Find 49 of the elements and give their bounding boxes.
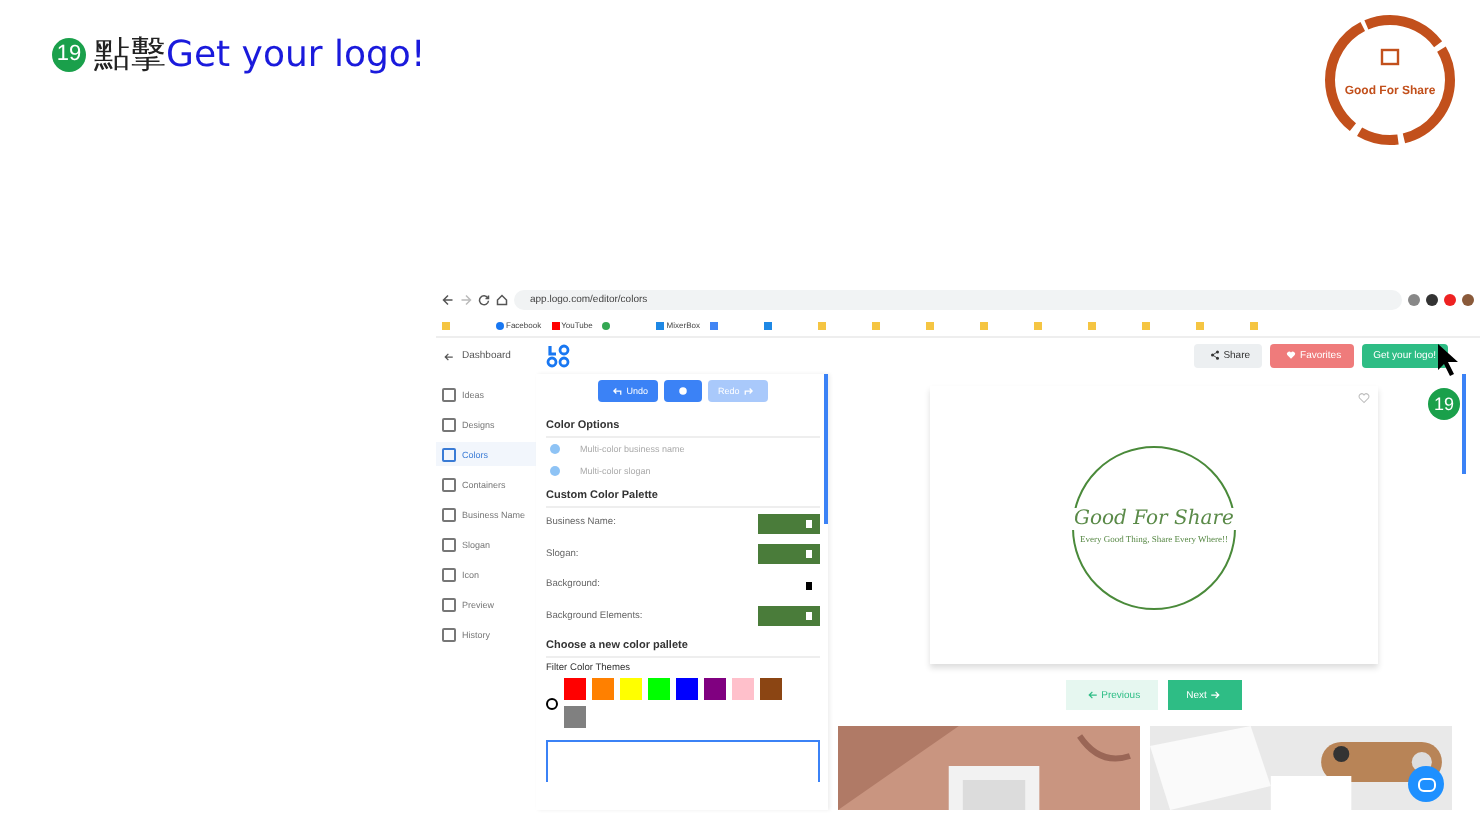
color-swatch[interactable] bbox=[676, 678, 698, 700]
folder-icon[interactable] bbox=[1087, 321, 1096, 329]
bookmark-icon[interactable] bbox=[709, 321, 718, 329]
undo-icon bbox=[612, 386, 623, 397]
color-swatch[interactable] bbox=[564, 706, 586, 728]
heart-icon bbox=[1286, 350, 1297, 361]
color-swatch[interactable] bbox=[732, 678, 754, 700]
folder-icon[interactable] bbox=[1141, 321, 1150, 329]
app-logo-icon bbox=[546, 344, 571, 368]
folder-icon[interactable] bbox=[925, 321, 934, 329]
step-number-badge: 19 bbox=[1428, 388, 1460, 420]
redo-icon bbox=[743, 386, 754, 397]
slide-title: 點擊Get your logo! bbox=[94, 32, 426, 78]
radio-icon[interactable] bbox=[546, 697, 558, 709]
folder-icon[interactable] bbox=[817, 321, 826, 329]
color-swatch[interactable] bbox=[704, 678, 726, 700]
right-arrow-icon bbox=[1210, 689, 1221, 700]
back-arrow-icon[interactable] bbox=[444, 351, 454, 361]
forward-arrow-icon[interactable] bbox=[460, 294, 472, 306]
color-picker[interactable] bbox=[758, 513, 820, 534]
color-picker[interactable] bbox=[758, 606, 820, 627]
toggle[interactable] bbox=[550, 466, 560, 476]
folder-icon[interactable] bbox=[979, 321, 988, 329]
color-picker[interactable] bbox=[758, 544, 820, 565]
folder-icon[interactable] bbox=[1195, 321, 1204, 329]
dot-icon bbox=[678, 386, 688, 397]
palette-card[interactable] bbox=[546, 740, 820, 782]
share-icon bbox=[1209, 350, 1220, 361]
folder-icon[interactable] bbox=[442, 321, 450, 329]
color-swatch[interactable] bbox=[620, 678, 642, 700]
color-swatch[interactable] bbox=[592, 678, 614, 700]
color-swatch[interactable] bbox=[564, 678, 586, 700]
folder-icon[interactable] bbox=[871, 321, 880, 329]
avatar-icon[interactable] bbox=[1462, 294, 1474, 306]
color-swatch[interactable] bbox=[648, 678, 670, 700]
step-number-badge: 19 bbox=[52, 37, 86, 71]
home-icon[interactable] bbox=[496, 294, 508, 306]
toggle[interactable] bbox=[550, 444, 560, 454]
back-arrow-icon[interactable] bbox=[442, 294, 454, 306]
folder-icon[interactable] bbox=[1033, 321, 1042, 329]
reload-icon[interactable] bbox=[478, 294, 490, 306]
left-arrow-icon bbox=[1087, 689, 1098, 700]
folder-icon[interactable] bbox=[1249, 321, 1258, 329]
bookmark-icon[interactable] bbox=[763, 321, 772, 329]
heart-icon[interactable] bbox=[1358, 392, 1370, 404]
toolbar-button[interactable] bbox=[664, 380, 702, 402]
bookmark-icon[interactable] bbox=[602, 321, 611, 329]
color-swatch[interactable] bbox=[760, 678, 782, 700]
logo-name: Good For Share bbox=[1072, 507, 1236, 529]
